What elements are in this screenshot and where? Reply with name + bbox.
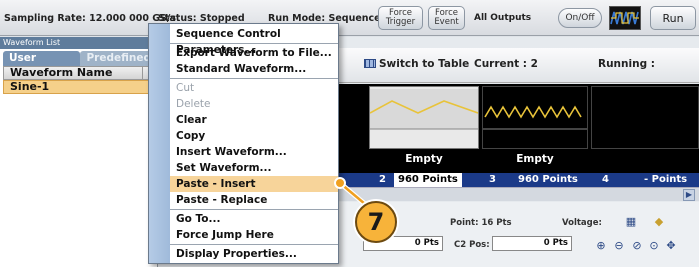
step-number-3: 3: [489, 174, 496, 185]
on-off-button[interactable]: On/Off: [558, 8, 602, 28]
force-trigger-button[interactable]: Force Trigger: [378, 6, 423, 30]
step-points-3: 960 Points: [518, 174, 578, 185]
zoom-out-icon[interactable]: ⊖: [612, 239, 626, 253]
sequence-cell-2-empty-label: Empty: [405, 153, 443, 165]
all-outputs-label: All Outputs: [474, 13, 532, 23]
running-step-readout: Running :: [598, 58, 655, 70]
force-event-line2: Event: [434, 17, 459, 27]
pan-icon[interactable]: ✥: [664, 239, 678, 253]
output-waveform-icon: [609, 6, 641, 30]
waveform-list-tabs: User Defined Predefined: [3, 51, 157, 79]
menu-item-insert-waveform[interactable]: Insert Waveform...: [170, 144, 338, 160]
menu-item-paste-replace[interactable]: Paste - Replace: [170, 192, 338, 208]
point-readout: Point: 16 Pts: [450, 218, 512, 228]
force-trigger-line2: Trigger: [385, 17, 416, 27]
menu-item-set-waveform[interactable]: Set Waveform...: [170, 160, 338, 176]
waveform-list-title: Waveform List: [0, 37, 157, 49]
c2-pos-field[interactable]: 0 Pts: [492, 236, 572, 251]
menu-item-cut[interactable]: Cut: [170, 80, 338, 96]
switch-to-table-label: Switch to Table: [379, 58, 470, 70]
zoom-in-icon[interactable]: ⊕: [594, 239, 608, 253]
context-menu: Sequence Control Parameters... Export Wa…: [148, 23, 339, 264]
sequence-cell-3[interactable]: [482, 86, 588, 149]
step-callout-badge: 7: [355, 201, 397, 243]
menu-item-standard-waveform[interactable]: Standard Waveform...: [170, 61, 338, 77]
menu-separator: [170, 78, 338, 79]
menu-separator: [170, 209, 338, 210]
top-status-bar: Sampling Rate: 12.000 000 GS/s Status: S…: [0, 0, 699, 36]
step-points-2: 960 Points: [394, 173, 462, 187]
step-points-4: - Points: [644, 174, 688, 185]
menu-gutter: [149, 24, 170, 263]
tab-predefined[interactable]: Predefined: [80, 51, 157, 66]
step-number-2: 2: [379, 174, 386, 185]
table-view-icon[interactable]: ▦: [624, 215, 638, 229]
menu-item-go-to[interactable]: Go To...: [170, 211, 338, 227]
sequence-cell-4[interactable]: [591, 86, 699, 149]
sequence-cell-3-empty-label: Empty: [516, 153, 554, 165]
waveform-row-sine-1[interactable]: Sine-1: [3, 80, 155, 94]
tab-user-defined[interactable]: User Defined: [3, 51, 81, 79]
scroll-right-icon[interactable]: ▶: [683, 189, 695, 201]
table-icon: [364, 59, 376, 68]
cursor-icon[interactable]: ◆: [652, 215, 666, 229]
menu-separator: [170, 244, 338, 245]
step-number-4: 4: [602, 174, 609, 185]
menu-item-copy[interactable]: Copy: [170, 128, 338, 144]
zoom-reset-icon[interactable]: ⊙: [647, 239, 661, 253]
sequence-cell-2[interactable]: [369, 86, 479, 149]
waveform-list-panel: Waveform List User Defined Predefined Wa…: [0, 37, 158, 267]
current-step-readout: Current : 2: [474, 58, 538, 70]
menu-separator: [170, 43, 338, 44]
zoom-fit-icon[interactable]: ⊘: [630, 239, 644, 253]
menu-item-force-jump-here[interactable]: Force Jump Here: [170, 227, 338, 243]
menu-item-clear[interactable]: Clear: [170, 112, 338, 128]
run-button[interactable]: Run: [650, 6, 696, 30]
menu-item-display-properties[interactable]: Display Properties...: [170, 246, 338, 262]
voltage-label: Voltage:: [562, 218, 602, 228]
force-event-button[interactable]: Force Event: [428, 6, 465, 30]
switch-to-table-button[interactable]: Switch to Table: [364, 58, 469, 70]
c2-pos-label: C2 Pos:: [454, 240, 490, 250]
menu-item-export-waveform[interactable]: Export Waveform to File...: [170, 45, 338, 61]
column-header-waveform-name[interactable]: Waveform Name: [3, 66, 155, 80]
menu-item-sequence-control-parameters[interactable]: Sequence Control Parameters...: [170, 26, 338, 56]
menu-item-delete[interactable]: Delete: [170, 96, 338, 112]
menu-item-paste-insert[interactable]: Paste - Insert: [170, 176, 338, 192]
